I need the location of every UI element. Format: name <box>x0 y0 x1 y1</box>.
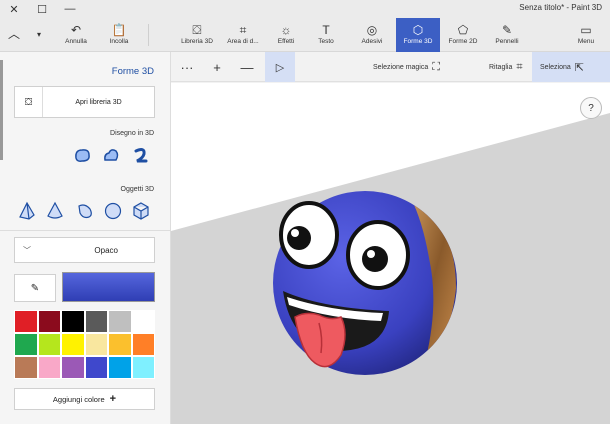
chevron-up-icon: ︿ <box>7 27 20 41</box>
undo-history-button[interactable]: ▾ <box>30 18 48 52</box>
flag-icon: ▷ <box>275 61 285 74</box>
eyedropper-icon: ✎ <box>30 282 40 294</box>
color-swatch[interactable] <box>84 356 108 379</box>
color-swatch[interactable] <box>61 356 85 379</box>
brushes-tab[interactable]: ✎ Pennelli <box>486 18 528 52</box>
doodle-soft-icon[interactable] <box>72 144 94 166</box>
doodle-tube-icon[interactable] <box>130 144 152 166</box>
color-palette <box>14 310 155 379</box>
emoji-ball[interactable] <box>273 191 457 375</box>
collapse-ribbon-button[interactable]: ︿ <box>2 18 26 52</box>
canvas-area-tab[interactable]: ⌗ Area di d... <box>222 18 264 52</box>
material-dropdown[interactable]: ﹀ Opaco <box>14 237 155 263</box>
zoom-in-button[interactable]: + <box>205 52 229 82</box>
more-options-button[interactable]: ··· <box>175 52 199 82</box>
color-swatch[interactable] <box>61 333 85 356</box>
text-tab[interactable]: T Testo <box>308 18 344 52</box>
drawing-canvas[interactable] <box>171 83 610 424</box>
crop-icon: ⌗ <box>516 60 523 73</box>
library-icon: ⛋ <box>15 87 43 117</box>
chevron-down-icon: ﹀ <box>23 245 31 255</box>
plus-icon: + <box>109 393 117 405</box>
plus-icon: + <box>213 59 221 75</box>
shapes-icon: ⬠ <box>457 23 469 37</box>
folder-icon: ▭ <box>580 23 592 37</box>
paste-icon: 📋 <box>111 23 127 37</box>
cube-icon: ⛋ <box>192 23 202 37</box>
more-icon: ··· <box>180 59 194 75</box>
side-panel: Forme 3D ⛋ Apri libreria 3D Disegno in 3… <box>0 52 171 424</box>
cone-icon[interactable] <box>44 200 66 222</box>
minus-icon: — <box>240 59 254 75</box>
color-swatch[interactable] <box>14 333 38 356</box>
sun-icon: ☼ <box>280 23 292 37</box>
shapes-2d-tab[interactable]: ⬠ Forme 2D <box>442 18 484 52</box>
add-color-button[interactable]: Aggiungi colore + <box>14 388 155 410</box>
color-swatch[interactable] <box>84 333 108 356</box>
color-swatch[interactable] <box>61 310 85 333</box>
pyramid-icon[interactable] <box>16 200 38 222</box>
paste-button[interactable]: 📋 Incolla <box>100 18 138 52</box>
minimize-window-button[interactable]: — <box>56 0 84 18</box>
color-swatch[interactable] <box>37 333 61 356</box>
doodle-sharp-icon[interactable] <box>100 144 122 166</box>
color-swatch[interactable] <box>108 356 132 379</box>
panel-scrollbar[interactable] <box>0 60 3 160</box>
objects-heading: Oggetti 3D <box>120 186 154 193</box>
sphere-icon[interactable] <box>102 200 124 222</box>
right-pupil <box>362 246 388 272</box>
color-swatch[interactable] <box>37 356 61 379</box>
close-window-button[interactable]: ✕ <box>0 0 28 18</box>
canvas-toolbar: Seleziona ⇱ Ritaglia ⌗ Selezione magica … <box>171 52 610 82</box>
brush-icon: ✎ <box>501 23 513 37</box>
color-swatch[interactable] <box>108 310 132 333</box>
divider <box>148 24 149 46</box>
sticker-icon: ◎ <box>366 23 378 37</box>
view-toggle-button[interactable]: ▷ <box>265 52 295 82</box>
capsule-icon[interactable] <box>74 200 96 222</box>
undo-button[interactable]: ↶ Annulla <box>56 18 96 52</box>
effects-tab[interactable]: ☼ Effetti <box>268 18 304 52</box>
color-swatch[interactable] <box>131 356 155 379</box>
cube-shape-icon[interactable] <box>130 200 152 222</box>
text-icon: T <box>322 23 330 37</box>
undo-icon: ↶ <box>70 23 82 37</box>
zoom-out-button[interactable]: — <box>235 52 259 82</box>
cursor-icon: ⇱ <box>574 61 584 74</box>
cube-icon: ⬡ <box>412 23 424 37</box>
ribbon: ︿ ▾ ↶ Annulla 📋 Incolla ⛋ Libreria 3D ⌗ … <box>0 18 610 52</box>
library-3d-tab[interactable]: ⛋ Libreria 3D <box>174 18 220 52</box>
doodle-heading: Disegno in 3D <box>110 130 154 137</box>
window-title: Senza titolo* - Paint 3D <box>519 3 602 12</box>
scene <box>171 113 610 424</box>
help-button[interactable]: ? <box>580 97 602 119</box>
crop-tool[interactable]: Ritaglia ⌗ <box>483 52 531 82</box>
chevron-down-icon: ▾ <box>36 30 41 39</box>
canvas-icon: ⌗ <box>239 23 247 37</box>
panel-title: Forme 3D <box>111 66 154 77</box>
title-bar: ✕ ☐ — Senza titolo* - Paint 3D <box>0 0 610 18</box>
divider <box>0 230 171 231</box>
color-swatch[interactable] <box>14 310 38 333</box>
color-swatch[interactable] <box>131 333 155 356</box>
color-swatch[interactable] <box>131 310 155 333</box>
stickers-tab[interactable]: ◎ Adesivi <box>352 18 392 52</box>
menu-button[interactable]: ▭ Menu <box>566 18 606 52</box>
color-swatch[interactable] <box>108 333 132 356</box>
eyedropper-button[interactable]: ✎ <box>14 274 56 302</box>
color-swatch[interactable] <box>37 310 61 333</box>
select-tool[interactable]: Seleziona ⇱ <box>532 52 610 82</box>
current-color-preview[interactable] <box>62 272 155 302</box>
magic-select-icon: ⛶ <box>432 60 440 73</box>
open-library-button[interactable]: ⛋ Apri libreria 3D <box>14 86 155 118</box>
shapes-3d-tab[interactable]: ⬡ Forme 3D <box>396 18 440 52</box>
maximize-window-button[interactable]: ☐ <box>28 0 56 18</box>
magic-select-tool[interactable]: Selezione magica ⛶ <box>367 52 477 82</box>
color-swatch[interactable] <box>14 356 38 379</box>
color-swatch[interactable] <box>84 310 108 333</box>
left-pupil <box>287 226 311 250</box>
